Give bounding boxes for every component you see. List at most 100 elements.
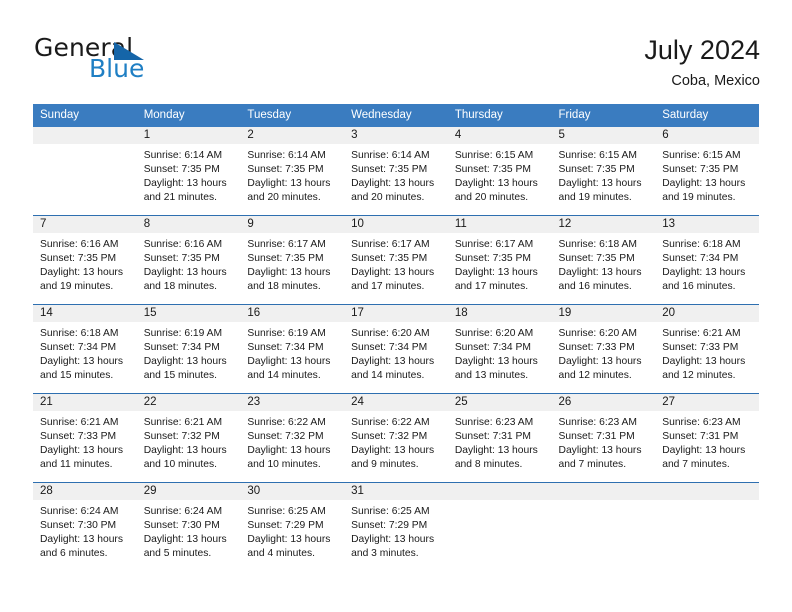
day-cell-inner: 1 Sunrise: 6:14 AM Sunset: 7:35 PM Daylight… (136, 127, 241, 215)
calendar-day-cell[interactable]: 17 Sunrise: 6:20 AM Sunset: 7:34 PM Dayligh… (344, 304, 448, 394)
day-number: 5 (551, 127, 656, 144)
calendar-day-cell[interactable]: 22 Sunrise: 6:21 AM Sunset: 7:32 PM Dayligh… (136, 393, 241, 483)
calendar-day-cell-empty (551, 482, 656, 571)
day-number: 17 (344, 305, 448, 322)
day-sun-info: Sunrise: 6:17 AM Sunset: 7:35 PM Daylight:… (344, 233, 448, 294)
day-number: 7 (33, 216, 137, 233)
day-cell-inner: 7 Sunrise: 6:16 AM Sunset: 7:35 PM Daylight… (33, 216, 137, 304)
weekday-header-friday: Friday (551, 104, 656, 127)
day-info-line: Daylight: 13 hours (662, 356, 746, 368)
day-cell-inner: 5 Sunrise: 6:15 AM Sunset: 7:35 PM Daylight… (551, 127, 656, 215)
calendar-day-cell[interactable]: 24 Sunrise: 6:22 AM Sunset: 7:32 PM Dayligh… (344, 393, 448, 483)
calendar-day-cell[interactable]: 11 Sunrise: 6:17 AM Sunset: 7:35 PM Dayligh… (447, 215, 552, 305)
calendar-day-cell[interactable]: 16 Sunrise: 6:19 AM Sunset: 7:34 PM Dayligh… (240, 304, 345, 394)
calendar-day-cell[interactable]: 3 Sunrise: 6:14 AM Sunset: 7:35 PM Daylight… (344, 127, 448, 216)
day-info-line: Sunset: 7:35 PM (454, 164, 531, 176)
day-number: 22 (136, 394, 241, 411)
day-cell-inner: 11 Sunrise: 6:17 AM Sunset: 7:35 PM Dayligh… (447, 216, 552, 304)
day-info-line: Daylight: 13 hours (351, 356, 435, 368)
day-sun-info: Sunrise: 6:21 AM Sunset: 7:32 PM Daylight:… (137, 411, 241, 472)
day-number: 6 (655, 127, 759, 144)
calendar-day-cell[interactable]: 2 Sunrise: 6:14 AM Sunset: 7:35 PM Daylight… (240, 127, 345, 216)
day-cell-inner: 12 Sunrise: 6:18 AM Sunset: 7:35 PM Dayligh… (551, 216, 656, 304)
calendar-day-cell[interactable]: 8 Sunrise: 6:16 AM Sunset: 7:35 PM Daylight… (136, 215, 241, 305)
day-sun-info: Sunrise: 6:22 AM Sunset: 7:32 PM Daylight:… (240, 411, 344, 472)
title-block: July 2024 Coba, Mexico (644, 34, 760, 91)
day-info-line: Daylight: 13 hours (40, 267, 123, 279)
day-cell-inner: 4 Sunrise: 6:15 AM Sunset: 7:35 PM Daylight… (447, 127, 552, 215)
day-cell-inner: 25 Sunrise: 6:23 AM Sunset: 7:31 PM Dayligh… (447, 394, 552, 482)
calendar-day-cell[interactable]: 25 Sunrise: 6:23 AM Sunset: 7:31 PM Dayligh… (447, 393, 552, 483)
day-info-line: Sunrise: 6:17 AM (247, 239, 326, 250)
day-info-line: Sunset: 7:29 PM (247, 520, 324, 532)
day-cell-inner: 10 Sunrise: 6:17 AM Sunset: 7:35 PM Dayligh… (344, 216, 448, 304)
brand-logo[interactable]: General Blue (34, 35, 264, 91)
day-number (447, 483, 552, 500)
day-sun-info: Sunrise: 6:15 AM Sunset: 7:35 PM Daylight:… (655, 144, 759, 205)
calendar-header-row: Sunday Monday Tuesday Wednesday Thursday Frid… (33, 104, 759, 127)
day-sun-info: Sunrise: 6:15 AM Sunset: 7:35 PM Daylight:… (552, 144, 656, 205)
calendar-day-cell[interactable]: 4 Sunrise: 6:15 AM Sunset: 7:35 PM Daylight… (447, 127, 552, 216)
calendar-day-cell[interactable]: 28 Sunrise: 6:24 AM Sunset: 7:30 PM Dayligh… (33, 482, 137, 571)
day-cell-inner: 15 Sunrise: 6:19 AM Sunset: 7:34 PM Dayligh… (136, 305, 241, 393)
day-info-line: and 19 minutes. (40, 281, 114, 293)
calendar-day-cell[interactable]: 18 Sunrise: 6:20 AM Sunset: 7:34 PM Dayligh… (447, 304, 552, 394)
calendar-day-cell[interactable]: 19 Sunrise: 6:20 AM Sunset: 7:33 PM Dayligh… (551, 304, 656, 394)
calendar-day-cell-empty (655, 482, 759, 571)
calendar-week-row: 7 Sunrise: 6:16 AM Sunset: 7:35 PM Daylight… (33, 215, 759, 305)
day-cell-inner: 20 Sunrise: 6:21 AM Sunset: 7:33 PM Dayligh… (655, 305, 759, 393)
calendar-day-cell[interactable]: 10 Sunrise: 6:17 AM Sunset: 7:35 PM Dayligh… (344, 215, 448, 305)
calendar-day-cell[interactable]: 13 Sunrise: 6:18 AM Sunset: 7:34 PM Dayligh… (655, 215, 759, 305)
day-info-line: Sunrise: 6:21 AM (662, 328, 741, 339)
calendar-day-cell[interactable]: 1 Sunrise: 6:14 AM Sunset: 7:35 PM Daylight… (136, 127, 241, 216)
day-number: 12 (551, 216, 656, 233)
day-cell-inner: 8 Sunrise: 6:16 AM Sunset: 7:35 PM Daylight… (136, 216, 241, 304)
day-info-line: and 6 minutes. (40, 548, 108, 560)
calendar-day-cell[interactable]: 26 Sunrise: 6:23 AM Sunset: 7:31 PM Dayligh… (551, 393, 656, 483)
day-info-line: Sunrise: 6:20 AM (454, 328, 534, 339)
weekday-header-tuesday: Tuesday (240, 104, 345, 127)
day-cell-inner: 19 Sunrise: 6:20 AM Sunset: 7:33 PM Dayligh… (551, 305, 656, 393)
day-info-line: Sunrise: 6:20 AM (558, 328, 637, 339)
day-info-line: Sunset: 7:32 PM (143, 431, 220, 443)
day-sun-info: Sunrise: 6:20 AM Sunset: 7:34 PM Daylight:… (448, 322, 552, 383)
calendar-day-cell[interactable]: 31 Sunrise: 6:25 AM Sunset: 7:29 PM Dayligh… (344, 482, 448, 571)
day-sun-info: Sunrise: 6:15 AM Sunset: 7:35 PM Daylight:… (448, 144, 552, 205)
day-info-line: Sunset: 7:34 PM (662, 253, 739, 265)
calendar-day-cell[interactable]: 5 Sunrise: 6:15 AM Sunset: 7:35 PM Daylight… (551, 127, 656, 216)
calendar-day-cell[interactable]: 29 Sunrise: 6:24 AM Sunset: 7:30 PM Dayligh… (136, 482, 241, 571)
calendar-day-cell[interactable]: 20 Sunrise: 6:21 AM Sunset: 7:33 PM Dayligh… (655, 304, 759, 394)
day-info-line: and 16 minutes. (662, 281, 736, 293)
calendar-day-cell[interactable]: 12 Sunrise: 6:18 AM Sunset: 7:35 PM Dayligh… (551, 215, 656, 305)
day-info-line: Sunrise: 6:16 AM (143, 239, 223, 250)
day-number: 4 (447, 127, 552, 144)
day-info-line: Daylight: 13 hours (662, 178, 746, 190)
calendar-day-cell[interactable]: 30 Sunrise: 6:25 AM Sunset: 7:29 PM Dayligh… (240, 482, 345, 571)
day-info-line: Sunrise: 6:18 AM (40, 328, 119, 339)
day-info-line: and 10 minutes. (247, 459, 321, 471)
day-info-line: and 18 minutes. (247, 281, 321, 293)
calendar-week-row: 28 Sunrise: 6:24 AM Sunset: 7:30 PM Dayligh… (33, 482, 759, 571)
calendar-day-cell[interactable]: 15 Sunrise: 6:19 AM Sunset: 7:34 PM Dayligh… (136, 304, 241, 394)
day-info-line: Sunrise: 6:22 AM (247, 417, 326, 428)
calendar-day-cell[interactable]: 6 Sunrise: 6:15 AM Sunset: 7:35 PM Daylight… (655, 127, 759, 216)
day-info-line: Sunset: 7:32 PM (351, 431, 428, 443)
day-info-line: Daylight: 13 hours (40, 445, 123, 457)
day-info-line: Daylight: 13 hours (558, 445, 642, 457)
day-info-line: Daylight: 13 hours (662, 445, 746, 457)
day-info-line: Daylight: 13 hours (143, 267, 227, 279)
day-number: 25 (447, 394, 552, 411)
calendar-day-cell[interactable]: 9 Sunrise: 6:17 AM Sunset: 7:35 PM Daylight… (240, 215, 345, 305)
calendar-day-cell[interactable]: 23 Sunrise: 6:22 AM Sunset: 7:32 PM Dayligh… (240, 393, 345, 483)
calendar-day-cell[interactable]: 27 Sunrise: 6:23 AM Sunset: 7:31 PM Dayligh… (655, 393, 759, 483)
day-number: 28 (33, 483, 137, 500)
calendar-page: General Blue July 2024 Coba, Mexico Sund… (0, 0, 792, 612)
calendar-day-cell[interactable]: 21 Sunrise: 6:21 AM Sunset: 7:33 PM Dayligh… (33, 393, 137, 483)
calendar-day-cell[interactable]: 14 Sunrise: 6:18 AM Sunset: 7:34 PM Dayligh… (33, 304, 137, 394)
day-info-line: Sunset: 7:30 PM (40, 520, 117, 532)
calendar-body: 1 Sunrise: 6:14 AM Sunset: 7:35 PM Daylight… (33, 127, 759, 571)
day-number: 26 (551, 394, 656, 411)
day-info-line: and 14 minutes. (247, 370, 321, 382)
calendar-day-cell[interactable]: 7 Sunrise: 6:16 AM Sunset: 7:35 PM Daylight… (33, 215, 137, 305)
day-sun-info: Sunrise: 6:21 AM Sunset: 7:33 PM Daylight:… (655, 322, 759, 383)
